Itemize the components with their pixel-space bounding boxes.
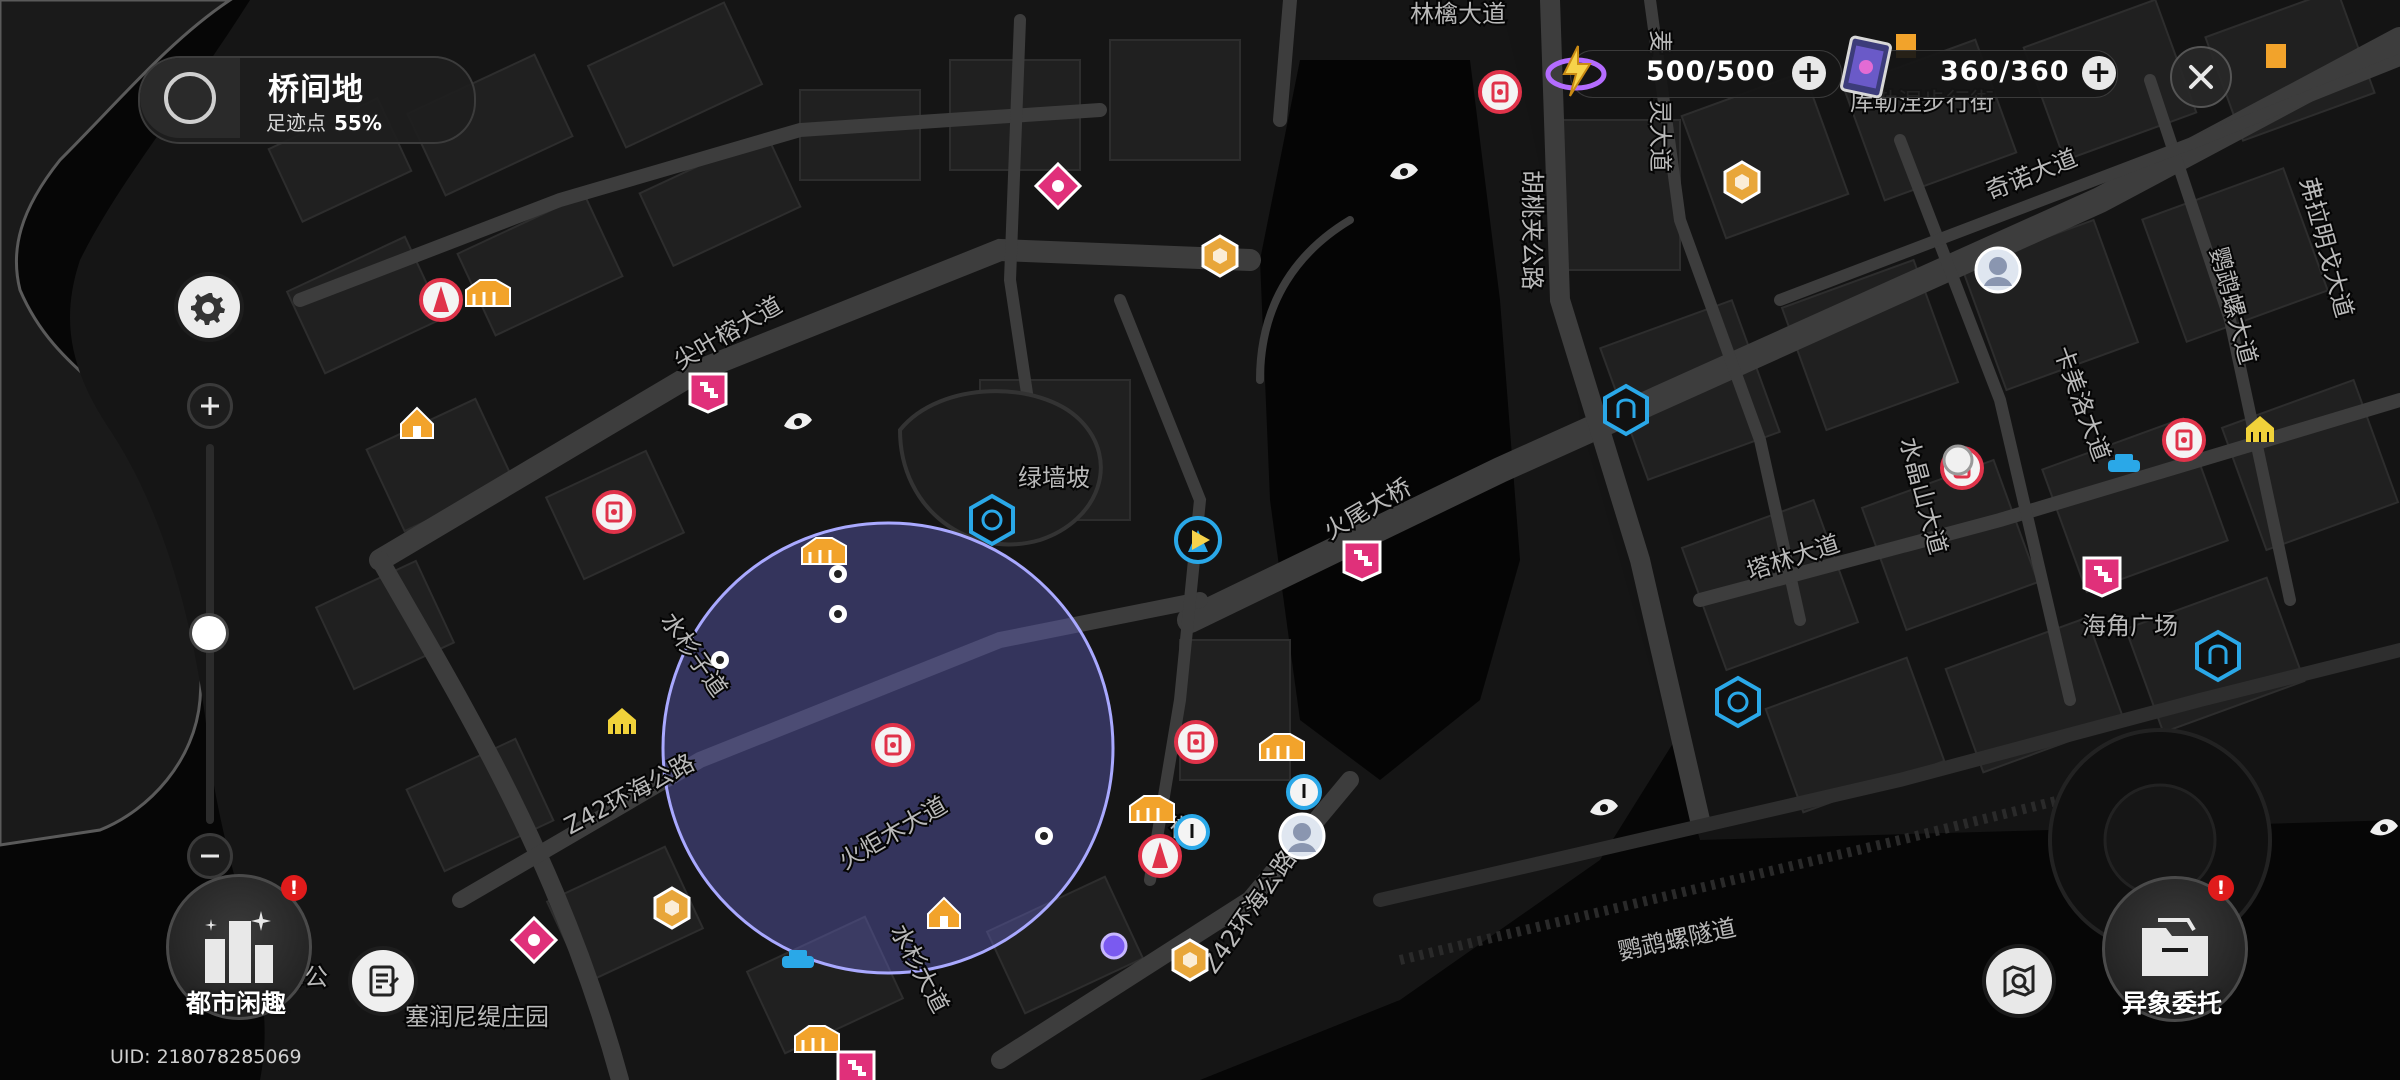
mission-marker-icon[interactable] <box>1174 814 1210 850</box>
close-icon <box>2189 65 2213 89</box>
notes-button[interactable] <box>352 950 414 1012</box>
arch-gate-icon[interactable] <box>1603 383 1649 437</box>
compass-icon <box>164 72 216 124</box>
tower-marker-icon[interactable] <box>419 278 463 322</box>
ticket-marker-icon[interactable] <box>592 490 636 534</box>
gold-hex-icon[interactable] <box>653 886 691 930</box>
character-portrait-icon[interactable] <box>1974 246 2022 294</box>
city-leisure-alert-badge: ! <box>281 875 307 901</box>
battery-charge-icon <box>1545 45 1607 97</box>
race-flag-icon[interactable] <box>1342 540 1382 582</box>
map-label: 灵大道 <box>1646 100 1674 172</box>
card-plus-button[interactable]: + <box>2082 56 2116 90</box>
zoom-out-button[interactable] <box>190 836 230 876</box>
tower-marker-icon[interactable] <box>1138 834 1182 878</box>
player-location-icon[interactable] <box>829 565 847 583</box>
map-search-button[interactable] <box>1986 948 2052 1014</box>
plus-icon <box>201 397 219 415</box>
player-location-icon[interactable] <box>1035 827 1053 845</box>
gold-hex-icon[interactable] <box>1201 234 1239 278</box>
temple-marker-icon[interactable] <box>969 493 1015 547</box>
race-flag-icon[interactable] <box>688 372 728 414</box>
region-name: 桥间地 <box>268 72 364 108</box>
zoom-in-button[interactable] <box>190 386 230 426</box>
map-label: 海角广场 <box>2082 612 2178 640</box>
map-label: 塞润尼缇庄园 <box>405 1003 549 1031</box>
character-portrait-icon[interactable] <box>1278 812 1326 860</box>
card-value: 360/360 <box>1940 56 2070 87</box>
city-buildings-icon <box>205 911 273 983</box>
close-button[interactable] <box>2170 46 2232 108</box>
settings-button[interactable] <box>178 276 240 338</box>
mission-marker-icon[interactable] <box>1286 774 1322 810</box>
shop-marker-icon[interactable] <box>2266 44 2286 68</box>
ticket-marker-icon[interactable] <box>2162 418 2206 462</box>
notes-icon <box>369 965 399 997</box>
player-location-icon[interactable] <box>711 651 729 669</box>
ticket-marker-icon[interactable] <box>1478 70 1522 114</box>
ticket-marker-icon[interactable] <box>871 723 915 767</box>
gear-icon <box>191 293 225 325</box>
compass-badge[interactable] <box>140 58 240 138</box>
arch-gate-icon[interactable] <box>2195 629 2241 683</box>
city-map[interactable]: 林檎大道库勒涅步行街奇诺大道 弗拉明戈大道鹦鹉螺大道麦灵大道胡桃夹公路卡美洛大道水… <box>0 0 2400 1080</box>
gold-hex-icon[interactable] <box>1723 160 1761 204</box>
uid-text: UID: 218078285069 <box>110 1046 302 1068</box>
city-leisure-label: 都市闲趣 <box>185 989 286 1018</box>
anomaly-commission-label: 异象委托 <box>2121 989 2222 1018</box>
race-flag-icon[interactable] <box>2082 556 2122 598</box>
battery-value: 500/500 <box>1646 56 1776 87</box>
race-flag-icon[interactable] <box>836 1050 876 1080</box>
map-label: 胡桃夹公路 <box>1518 170 1546 290</box>
footprint-label: 足迹点 <box>266 111 326 135</box>
minus-icon <box>201 854 219 858</box>
footprint-progress: 足迹点 55% <box>266 107 382 136</box>
map-label: 绿墙坡 <box>1018 464 1090 492</box>
player-location-icon[interactable] <box>829 605 847 623</box>
central-channel <box>1260 60 1520 780</box>
ticket-marker-icon[interactable] <box>1174 720 1218 764</box>
map-search-icon <box>2003 964 2035 998</box>
footprint-value: 55% <box>334 111 382 135</box>
gold-hex-icon[interactable] <box>1171 938 1209 982</box>
card-pack-icon <box>1840 35 1892 98</box>
temple-marker-icon[interactable] <box>1715 675 1761 729</box>
zoom-slider-handle[interactable] <box>192 616 226 650</box>
anomaly-marker-icon[interactable] <box>1100 932 1128 960</box>
arch-gate-icon[interactable] <box>1942 444 1974 476</box>
folder-icon <box>2142 918 2208 976</box>
battery-plus-button[interactable]: + <box>1792 56 1826 90</box>
commission-alert-badge: ! <box>2208 875 2234 901</box>
map-label: 林檎大道 <box>1410 0 1506 28</box>
